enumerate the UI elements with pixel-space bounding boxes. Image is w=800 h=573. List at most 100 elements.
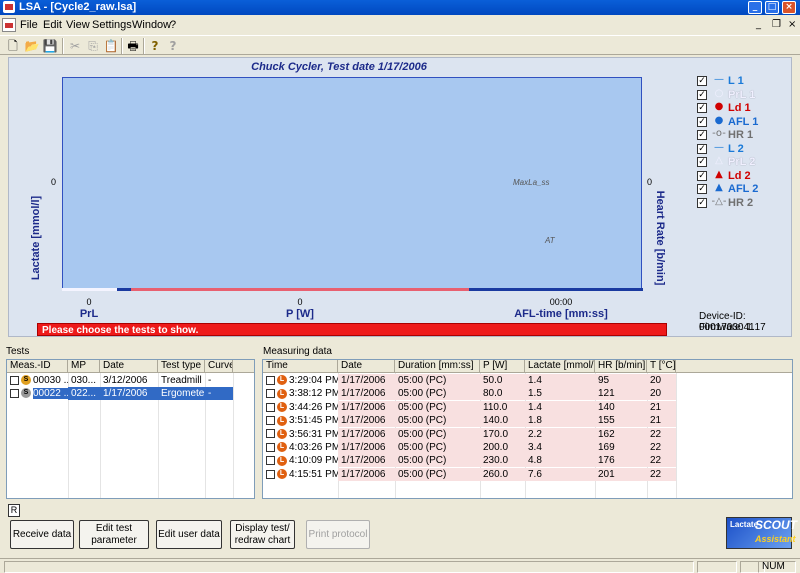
- measuring-row[interactable]: L 3:56:31 PM 1/17/2006 05:00 (PC) 170.0 2.2 16…: [263, 427, 676, 441]
- legend-symbol-icon: ▲: [715, 182, 723, 193]
- display-test-button[interactable]: Display test/redraw chart: [230, 520, 295, 549]
- maximize-button[interactable]: □: [765, 1, 779, 14]
- measuring-row[interactable]: L 3:38:12 PM 1/17/2006 05:00 (PC) 80.0 1.5 121…: [263, 387, 676, 401]
- measuring-cell-p: 200.0: [480, 441, 525, 454]
- cut-icon[interactable]: ✂: [67, 38, 83, 54]
- legend-label: AFL 1: [728, 115, 759, 128]
- app-icon: [3, 1, 15, 13]
- copy-icon[interactable]: ⎘: [85, 38, 101, 54]
- legend-checkbox[interactable]: ✓: [697, 116, 707, 127]
- button-label-line2: parameter: [91, 534, 137, 546]
- col-lactate[interactable]: Lactate [mmol/l]: [525, 360, 595, 372]
- y-axis-label-right: Heart Rate [b/min]: [654, 190, 666, 286]
- measuring-cell-hr: 176: [595, 454, 647, 468]
- plot-area: MaxLa_ss AT: [62, 77, 642, 290]
- x-tick-power: 0: [297, 297, 303, 307]
- tests-table[interactable]: Meas.-ID MP Date Test type Curve S 00030 …: [6, 359, 255, 499]
- row-checkbox[interactable]: [266, 456, 275, 466]
- measuring-row[interactable]: L 3:29:04 PM 1/17/2006 05:00 (PC) 50.0 1.4 95 2…: [263, 374, 676, 387]
- edit-user-data-button[interactable]: Edit user data: [156, 520, 222, 549]
- legend-checkbox[interactable]: ✓: [697, 143, 707, 154]
- legend-checkbox[interactable]: ✓: [697, 170, 707, 181]
- save-icon[interactable]: 💾: [42, 38, 58, 54]
- paste-icon[interactable]: 📋: [103, 38, 119, 54]
- menu-settings[interactable]: Settings: [92, 19, 132, 31]
- open-folder-icon[interactable]: 📂: [24, 38, 40, 54]
- legend-label: L 1: [728, 75, 744, 87]
- row-checkbox[interactable]: [266, 469, 275, 479]
- legend-checkbox[interactable]: ✓: [697, 184, 707, 194]
- measuring-cell-t: 20: [647, 374, 676, 387]
- close-button[interactable]: ×: [782, 1, 796, 14]
- legend-checkbox[interactable]: ✓: [697, 197, 707, 208]
- window-title: LSA - [Cycle2_raw.lsa]: [19, 1, 137, 13]
- col-duration[interactable]: Duration [mm:ss]: [395, 360, 480, 372]
- receive-data-button[interactable]: Receive data: [10, 520, 74, 549]
- measuring-cell-hr: 169: [595, 441, 647, 454]
- col-power[interactable]: P [W]: [480, 360, 525, 372]
- row-checkbox[interactable]: [266, 389, 275, 399]
- measuring-cell-p: 260.0: [480, 467, 525, 481]
- measuring-row[interactable]: L 4:10:09 PM 1/17/2006 05:00 (PC) 230.0 4.8 17…: [263, 454, 676, 468]
- legend-checkbox[interactable]: ✓: [697, 103, 707, 113]
- measuring-row[interactable]: L 4:03:26 PM 1/17/2006 05:00 (PC) 200.0 3.4 16…: [263, 441, 676, 454]
- col-mp[interactable]: MP: [68, 360, 100, 372]
- menu-help[interactable]: ?: [170, 19, 176, 31]
- col-date[interactable]: Date: [338, 360, 395, 372]
- row-checkbox[interactable]: [266, 375, 275, 385]
- tests-row[interactable]: S00030 ...030... 3/12/2006 Treadmill-: [7, 374, 233, 387]
- minimize-button[interactable]: _: [748, 1, 762, 14]
- legend-label: Ld 1: [728, 102, 751, 114]
- mdi-restore-button[interactable]: ❐: [772, 19, 781, 30]
- menu-view[interactable]: View: [66, 19, 90, 31]
- tests-row[interactable]: S00022 ...022...1/17/2006Ergometer-: [7, 387, 233, 400]
- col-test-type[interactable]: Test type: [158, 360, 205, 372]
- x-axis-power-bar: [131, 288, 469, 291]
- measuring-cell-hr: 155: [595, 414, 647, 428]
- toolbar-separator: [62, 38, 64, 54]
- col-meas-id[interactable]: Meas.-ID: [7, 360, 68, 372]
- legend-checkbox[interactable]: ✓: [697, 130, 707, 140]
- legend-checkbox[interactable]: ✓: [697, 157, 707, 167]
- mdi-close-button[interactable]: ×: [788, 19, 796, 30]
- col-curve[interactable]: Curve: [205, 360, 233, 372]
- measuring-row[interactable]: L 3:51:45 PM 1/17/2006 05:00 (PC) 140.0 1.8 15…: [263, 414, 676, 428]
- measuring-cell-duration: 05:00 (PC): [395, 454, 480, 468]
- row-checkbox[interactable]: [10, 388, 19, 398]
- new-file-icon[interactable]: 🗋: [5, 38, 21, 54]
- time-text: 3:51:45 PM: [289, 415, 338, 427]
- legend-checkbox[interactable]: ✓: [697, 89, 707, 100]
- row-checkbox[interactable]: [10, 375, 19, 385]
- y-axis-label-left: Lactate [mmol/l]: [30, 195, 42, 281]
- legend-symbol-icon: —: [714, 141, 724, 153]
- row-checkbox[interactable]: [266, 402, 275, 412]
- row-checkbox[interactable]: [266, 416, 275, 426]
- row-checkbox[interactable]: [266, 442, 275, 452]
- measuring-table[interactable]: Time Date Duration [mm:ss] P [W] Lactate…: [262, 359, 793, 499]
- col-hr[interactable]: HR [b/min]: [595, 360, 647, 372]
- help-icon[interactable]: ?: [147, 38, 163, 54]
- measuring-cell-t: 21: [647, 414, 676, 428]
- col-date[interactable]: Date: [100, 360, 158, 372]
- legend-checkbox[interactable]: ✓: [697, 76, 707, 86]
- context-help-icon[interactable]: ?: [165, 38, 181, 54]
- menu-file[interactable]: File: [20, 19, 38, 31]
- measuring-row[interactable]: L 4:15:51 PM 1/17/2006 05:00 (PC) 260.0 7.6 20…: [263, 467, 676, 481]
- edit-test-parameter-button[interactable]: Edit test parameter: [79, 520, 149, 549]
- print-icon[interactable]: 🖶: [125, 38, 141, 54]
- legend-label: L 2: [728, 142, 744, 155]
- button-label: Receive data: [13, 529, 71, 541]
- mdi-minimize-button[interactable]: _: [756, 19, 761, 30]
- document-icon[interactable]: [2, 18, 16, 32]
- row-checkbox[interactable]: [266, 429, 275, 439]
- print-protocol-button[interactable]: Print protocol: [306, 520, 370, 549]
- menu-window[interactable]: Window: [132, 19, 171, 31]
- col-temp[interactable]: T [°C]: [647, 360, 676, 372]
- measuring-row[interactable]: L 3:44:26 PM 1/17/2006 05:00 (PC) 110.0 1.4 14…: [263, 400, 676, 414]
- r-toggle[interactable]: R: [8, 504, 20, 517]
- status-pane: [697, 561, 737, 573]
- measuring-cell-duration: 05:00 (PC): [395, 387, 480, 401]
- x-tick-prl: 0: [86, 297, 92, 307]
- menu-edit[interactable]: Edit: [43, 19, 62, 31]
- col-time[interactable]: Time: [263, 360, 338, 372]
